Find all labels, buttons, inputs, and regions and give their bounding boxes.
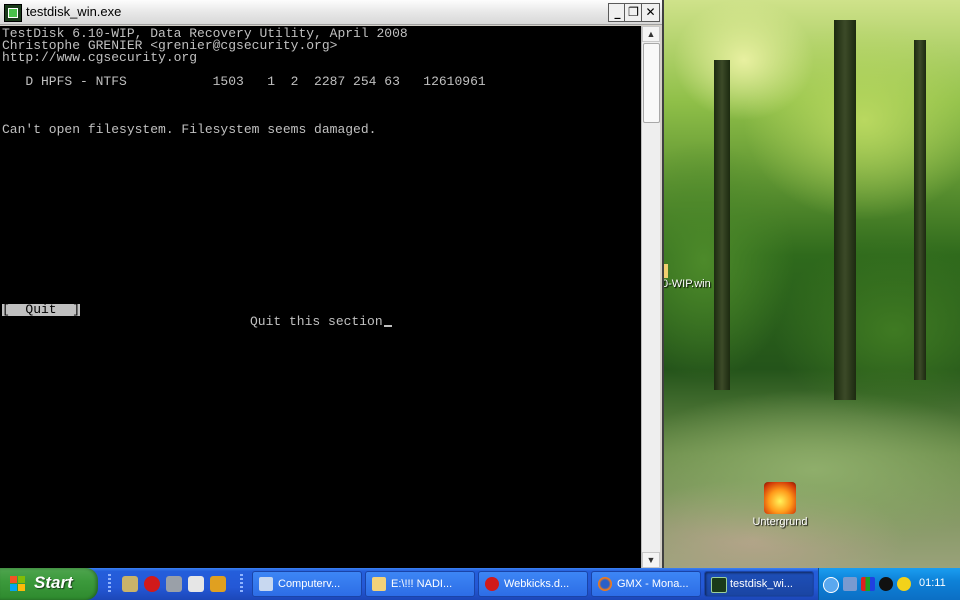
taskbar-button-folder[interactable]: E:\!!! NADI... <box>365 571 475 597</box>
taskbar-button-gmx[interactable]: GMX - Mona... <box>591 571 701 597</box>
close-button[interactable]: ✕ <box>641 3 660 22</box>
opera-icon[interactable] <box>144 576 160 592</box>
toolbar-grip[interactable] <box>240 574 243 594</box>
taskbar-button-computer[interactable]: Computerv... <box>252 571 362 597</box>
window-titlebar[interactable]: testdisk_win.exe _ ❐ ✕ <box>0 0 662 25</box>
toolbar-grip[interactable] <box>108 574 111 594</box>
start-label: Start <box>34 573 73 592</box>
tools-icon[interactable] <box>166 576 182 592</box>
windows-logo-icon <box>10 576 26 592</box>
window-title: testdisk_win.exe <box>26 4 122 19</box>
computer-icon <box>259 577 273 591</box>
desktop-icon-untergrund[interactable]: Untergrund <box>740 482 820 528</box>
scroll-down-arrow-icon[interactable]: ▼ <box>642 552 660 568</box>
start-button[interactable]: Start <box>0 568 98 600</box>
scrollbar-thumb[interactable] <box>643 43 660 123</box>
task-label: Computerv... <box>278 578 341 590</box>
winamp-icon[interactable] <box>210 576 226 592</box>
vertical-scrollbar[interactable]: ▲ ▼ <box>641 26 660 568</box>
tree-trunk <box>914 40 926 380</box>
taskbar: Start Computerv... E:\!!! NADI... Webkic… <box>0 568 960 600</box>
clock[interactable]: 01:11 <box>919 577 946 589</box>
fire-icon <box>764 482 796 514</box>
opera-icon <box>485 577 499 591</box>
desktop-icon-partial[interactable]: 0-WIP.win <box>662 264 722 290</box>
system-tray: 01:11 <box>818 568 960 600</box>
moon-icon[interactable] <box>879 577 893 591</box>
desktop-icon-label: 0-WIP.win <box>662 278 711 290</box>
media-icon[interactable] <box>188 576 204 592</box>
task-label: testdisk_wi... <box>730 578 793 590</box>
tree-trunk <box>834 20 856 400</box>
skype-icon[interactable] <box>897 577 911 591</box>
scroll-up-arrow-icon[interactable]: ▲ <box>642 26 660 42</box>
console-app-icon[interactable] <box>4 4 22 22</box>
task-label: E:\!!! NADI... <box>391 578 453 590</box>
menu-help-label: Quit this section <box>250 314 383 329</box>
menu-help-text: Quit this section <box>250 314 392 329</box>
taskbar-button-testdisk[interactable]: testdisk_wi... <box>704 571 814 597</box>
eye-icon[interactable] <box>122 576 138 592</box>
folder-icon <box>372 577 386 591</box>
quit-menu-option[interactable]: [ Quit ] <box>2 303 81 316</box>
chevron-left-icon[interactable] <box>823 577 839 593</box>
console-output[interactable]: TestDisk 6.10-WIP, Data Recovery Utility… <box>0 26 641 568</box>
console-window: testdisk_win.exe _ ❐ ✕ TestDisk 6.10-WIP… <box>0 0 664 568</box>
task-label: Webkicks.d... <box>504 578 570 590</box>
desktop-icon-label: Untergrund <box>752 516 808 528</box>
text-cursor <box>383 325 392 327</box>
firefox-icon <box>598 577 612 591</box>
console-icon <box>711 577 727 593</box>
color-icon[interactable] <box>861 577 875 591</box>
desktop-wallpaper: 0-WIP.win Untergrund <box>662 0 960 568</box>
console-line: http://www.cgsecurity.org <box>2 50 198 65</box>
tree-trunk <box>714 60 730 390</box>
error-message: Can't open filesystem. Filesystem seems … <box>2 122 377 137</box>
taskbar-button-webkicks[interactable]: Webkicks.d... <box>478 571 588 597</box>
partition-row: D HPFS - NTFS 1503 1 2 2287 254 63 12610… <box>2 74 486 89</box>
network-icon[interactable] <box>843 577 857 591</box>
task-label: GMX - Mona... <box>617 578 689 590</box>
